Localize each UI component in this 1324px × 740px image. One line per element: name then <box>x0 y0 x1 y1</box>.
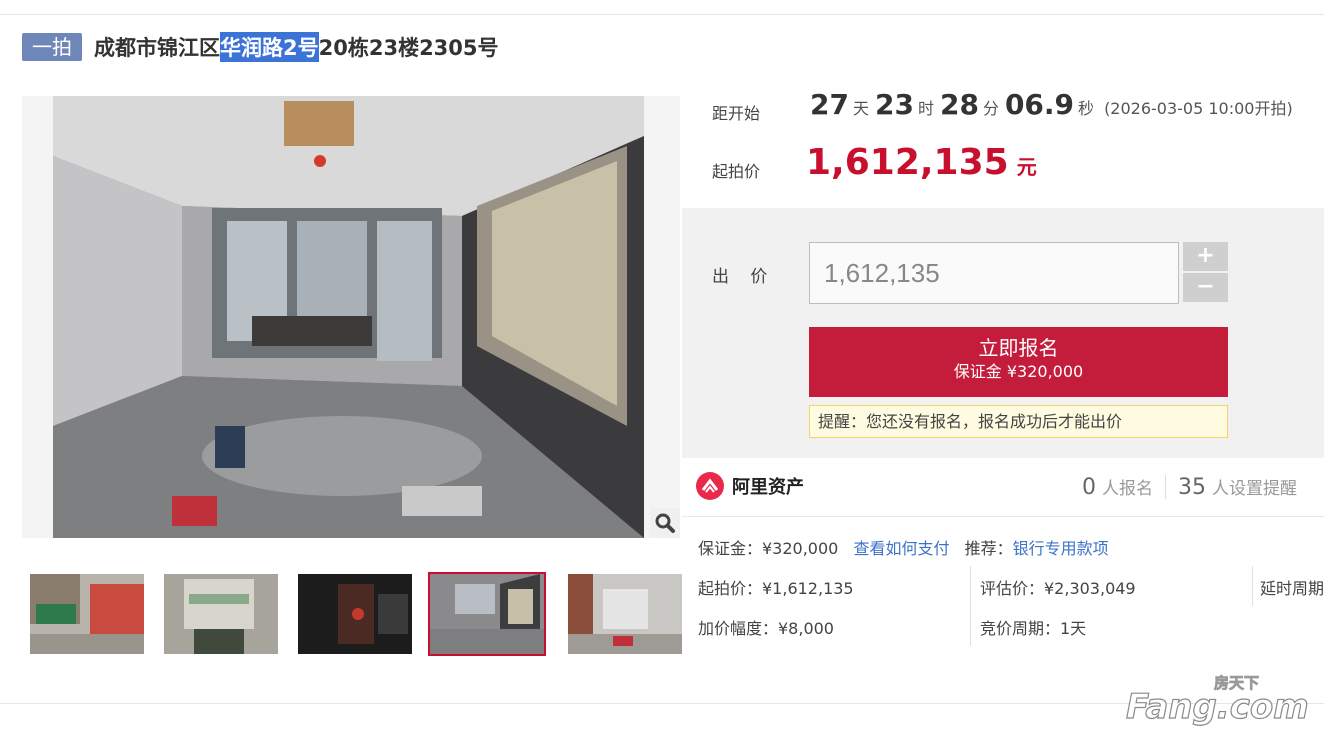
auction-round-badge: 一拍 <box>22 33 82 61</box>
detail-extension: 延时周期 <box>1260 579 1324 598</box>
reminder-count-label: 人设置提醒 <box>1212 479 1297 499</box>
magnifier-icon <box>655 513 675 533</box>
fang-watermark: 房天下 Fang.com <box>1124 672 1314 728</box>
detail-increment: 加价幅度：¥8,000 <box>698 619 834 638</box>
signup-notice: 提醒：您还没有报名，报名成功后才能出价 <box>809 405 1228 438</box>
auction-info: 阿里资产 0 人报名 35 人设置提醒 保证金：¥320,000 查看如何支付 … <box>682 458 1324 658</box>
property-title: 成都市锦江区 华润路2号 20栋23楼2305号 <box>94 32 499 62</box>
deposit-text: 保证金：¥320,000 <box>698 539 839 558</box>
thumbnail-3[interactable] <box>296 572 414 656</box>
deposit-row: 保证金：¥320,000 查看如何支付 推荐：银行专用款项 <box>698 535 1109 559</box>
top-divider <box>0 14 1324 15</box>
info-divider <box>682 516 1324 517</box>
zoom-button[interactable] <box>650 508 680 538</box>
thumbnail-4-selected[interactable] <box>428 572 546 656</box>
recommend-label: 推荐： <box>964 539 1013 558</box>
bid-label: 出 价 <box>712 267 776 287</box>
start-price: 1,612,135 元 <box>806 142 1037 183</box>
bank-funds-link[interactable]: 银行专用款项 <box>1013 539 1109 558</box>
reminder-count: 35 <box>1178 475 1206 500</box>
title-highlight: 华润路2号 <box>220 32 319 62</box>
how-to-pay-link[interactable]: 查看如何支付 <box>853 539 949 558</box>
ali-asset-logo-icon <box>696 472 724 500</box>
title-prefix: 成都市锦江区 <box>94 36 220 60</box>
bid-amount-input[interactable]: 1,612,135 <box>809 242 1179 304</box>
watermark-main-text: Fang.com <box>1126 687 1309 727</box>
increase-bid-button[interactable]: + <box>1183 242 1228 271</box>
thumbnail-1[interactable] <box>28 572 146 656</box>
platform-brand: 阿里资产 <box>696 472 804 500</box>
countdown-seconds: 06.9 <box>1004 88 1075 121</box>
signup-button[interactable]: 立即报名 保证金 ¥320,000 <box>809 327 1228 397</box>
title-suffix: 20栋23楼2305号 <box>318 36 499 60</box>
countdown-hours: 23 <box>874 88 914 121</box>
decrease-bid-button[interactable]: − <box>1183 273 1228 302</box>
hours-unit: 时 <box>917 99 934 118</box>
thumbnail-5[interactable] <box>566 572 684 656</box>
countdown-label: 距开始 <box>712 104 761 123</box>
main-photo[interactable] <box>22 96 680 538</box>
column-divider-2 <box>1252 566 1253 606</box>
column-divider-1 <box>970 566 971 646</box>
start-price-value: 1,612,135 <box>806 142 1009 183</box>
signup-count: 0 <box>1082 475 1096 500</box>
minutes-unit: 分 <box>982 99 999 118</box>
stats-divider <box>1165 475 1166 499</box>
thumbnail-2[interactable] <box>162 572 280 656</box>
detail-start-price: 起拍价：¥1,612,135 <box>698 579 854 598</box>
detail-appraisal: 评估价：¥2,303,049 <box>980 579 1136 598</box>
countdown-days: 27 <box>810 88 849 121</box>
signup-button-label: 立即报名 <box>978 336 1059 360</box>
start-price-label: 起拍价 <box>712 162 761 181</box>
platform-name: 阿里资产 <box>732 477 804 498</box>
start-price-unit: 元 <box>1016 155 1037 179</box>
signup-deposit: 保证金 ¥320,000 <box>953 362 1084 381</box>
title-row: 一拍 成都市锦江区 华润路2号 20栋23楼2305号 <box>22 32 499 62</box>
participation-stats: 0 人报名 35 人设置提醒 <box>1082 474 1297 500</box>
bid-panel: 出 价 1,612,135 + − 立即报名 保证金 ¥320,000 提醒：您… <box>682 208 1324 458</box>
auction-start-time: (2026-03-05 10:00开拍) <box>1104 99 1293 118</box>
seconds-unit: 秒 <box>1078 99 1095 118</box>
countdown-minutes: 28 <box>939 88 979 121</box>
detail-bid-period: 竞价周期：1天 <box>980 619 1087 638</box>
signup-count-label: 人报名 <box>1102 479 1153 499</box>
days-unit: 天 <box>852 99 869 118</box>
countdown-timer: 27 天 23 时 28 分 06.9 秒 (2026-03-05 10:00开拍) <box>810 88 1293 121</box>
